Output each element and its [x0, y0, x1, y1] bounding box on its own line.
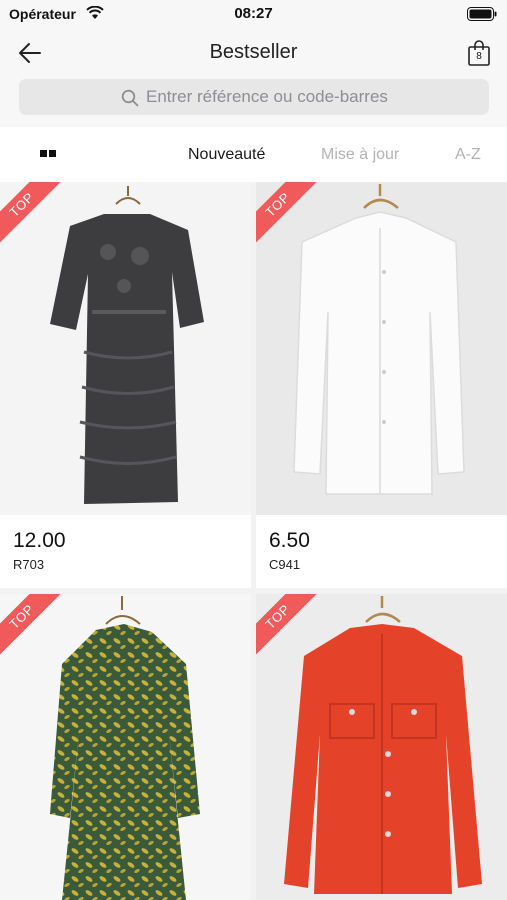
grey-dress-image — [50, 186, 204, 504]
red-jacket-image — [284, 596, 482, 894]
search-input[interactable] — [146, 79, 476, 115]
sort-tab-newest[interactable]: Nouveauté — [188, 146, 265, 164]
product-image: TOP — [0, 182, 251, 515]
search-icon — [121, 89, 139, 107]
product-card[interactable]: TOP 6.50 C941 — [256, 182, 507, 588]
clock: 08:27 — [234, 5, 273, 22]
cart-count-badge: 8 — [476, 51, 482, 62]
product-card[interactable]: TOP — [256, 594, 507, 900]
product-price: 6.50 — [269, 529, 310, 552]
sort-bar: Nouveauté Mise à jour A-Z — [0, 127, 507, 182]
search-field[interactable] — [19, 79, 489, 115]
product-card[interactable]: TOP — [0, 594, 251, 900]
product-sku: C941 — [269, 557, 301, 572]
product-image: TOP — [256, 182, 507, 515]
status-bar: Opérateur 08:27 — [0, 0, 507, 30]
product-image: TOP — [0, 594, 251, 900]
sort-tab-updated[interactable]: Mise à jour — [321, 146, 399, 164]
navigation-bar: Bestseller 8 — [0, 30, 507, 75]
product-sku: R703 — [13, 557, 45, 572]
product-price: 12.00 — [13, 529, 66, 552]
sort-tab-a-z[interactable]: A-Z — [455, 146, 481, 164]
product-card[interactable]: TOP 12.00 R703 — [0, 182, 251, 588]
shopping-bag-button[interactable]: 8 — [467, 39, 491, 67]
search-bar — [0, 75, 507, 127]
page-title: Bestseller — [209, 41, 298, 63]
product-image: TOP — [256, 594, 507, 900]
green-dress-image — [50, 596, 200, 900]
grid-view-icon[interactable] — [40, 150, 60, 160]
white-blouse-image — [293, 184, 465, 495]
battery-icon — [467, 7, 497, 21]
